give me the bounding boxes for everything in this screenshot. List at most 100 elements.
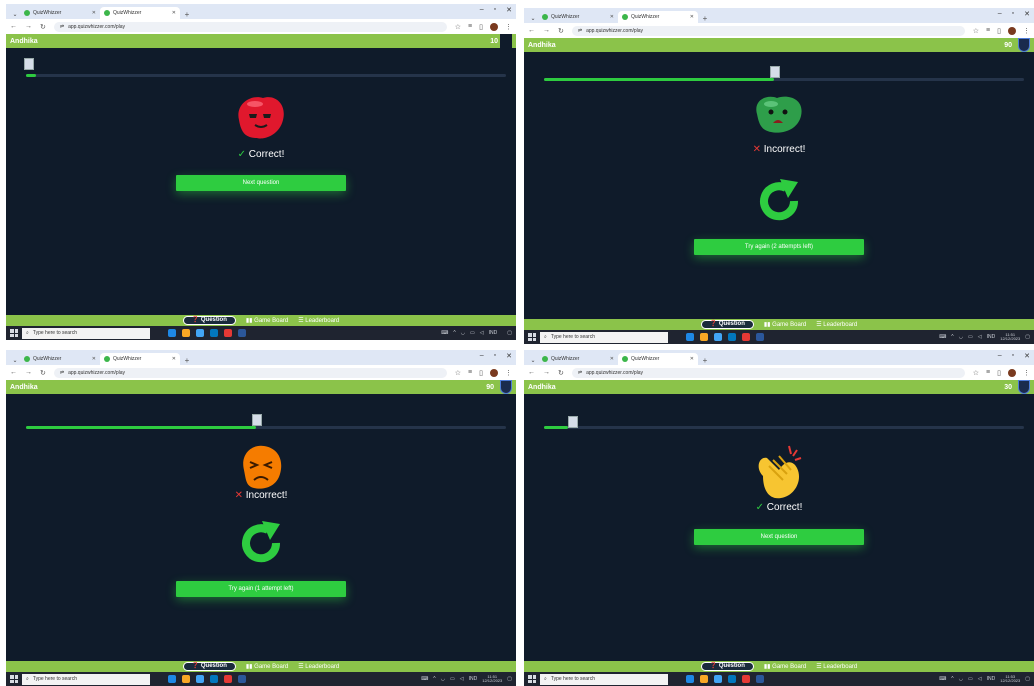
chrome-icon[interactable] <box>742 675 750 683</box>
tray-chevron-icon[interactable]: ^ <box>433 676 435 682</box>
back-icon[interactable]: ← <box>528 369 535 376</box>
notification-icon[interactable]: ▢ <box>1025 676 1030 682</box>
close-window-icon[interactable]: ✕ <box>506 352 512 360</box>
tab-game-board[interactable]: ▮▮ Game Board <box>246 317 288 324</box>
close-tab-icon[interactable]: ✕ <box>172 10 176 16</box>
word-icon[interactable] <box>756 675 764 683</box>
volume-icon[interactable]: ◁ <box>978 334 982 340</box>
close-tab-icon[interactable]: ✕ <box>690 356 694 362</box>
try-again-button[interactable]: Try again (2 attempts left) <box>694 239 864 255</box>
battery-icon[interactable]: ▭ <box>450 676 455 682</box>
extensions-icon[interactable]: ≡ <box>986 369 990 376</box>
reload-icon[interactable]: ↻ <box>558 369 564 377</box>
forward-icon[interactable]: → <box>25 369 32 376</box>
mail-icon[interactable] <box>210 329 218 337</box>
tab-game-board[interactable]: ▮▮ Game Board <box>764 663 806 670</box>
close-tab-icon[interactable]: ✕ <box>610 356 614 362</box>
file-explorer-icon[interactable] <box>700 675 708 683</box>
file-explorer-icon[interactable] <box>700 333 708 341</box>
tray-chevron-icon[interactable]: ^ <box>453 330 455 336</box>
chrome-icon[interactable] <box>224 675 232 683</box>
url-field[interactable]: ⇌ app.quizwhizzer.com/play <box>53 21 447 32</box>
profile-avatar[interactable] <box>1008 26 1016 35</box>
browser-tab[interactable]: QuizWhizzer ✕ <box>538 353 618 365</box>
edge-icon[interactable] <box>686 675 694 683</box>
network-icon[interactable]: ◡ <box>959 676 963 682</box>
forward-icon[interactable]: → <box>25 23 32 30</box>
windows-start-icon[interactable] <box>528 333 536 341</box>
tray-chevron-icon[interactable]: ^ <box>951 676 953 682</box>
tab-game-board[interactable]: ▮▮ Game Board <box>764 321 806 328</box>
browser-tab[interactable]: QuizWhizzer ✕ <box>20 7 100 19</box>
close-tab-icon[interactable]: ✕ <box>172 356 176 362</box>
tab-leaderboard[interactable]: ☰ Leaderboard <box>816 321 857 328</box>
bookmark-star-icon[interactable]: ☆ <box>455 23 461 31</box>
next-question-button[interactable]: Next question <box>176 175 346 191</box>
taskbar-search[interactable]: ⌕ Type here to search <box>540 673 668 685</box>
store-icon[interactable] <box>714 675 722 683</box>
reload-icon[interactable]: ↻ <box>40 23 46 31</box>
volume-icon[interactable]: ◁ <box>978 676 982 682</box>
file-explorer-icon[interactable] <box>182 675 190 683</box>
sidepanel-icon[interactable]: ▯ <box>997 369 1001 377</box>
tab-question[interactable]: ❓ Question <box>700 662 754 671</box>
browser-tab[interactable]: QuizWhizzer ✕ <box>20 353 100 365</box>
tab-leaderboard[interactable]: ☰ Leaderboard <box>816 663 857 670</box>
store-icon[interactable] <box>196 329 204 337</box>
network-icon[interactable]: ◡ <box>959 334 963 340</box>
bookmark-star-icon[interactable]: ☆ <box>455 369 461 377</box>
windows-start-icon[interactable] <box>10 675 18 683</box>
tab-question[interactable]: ❓ Question <box>182 316 236 325</box>
edge-icon[interactable] <box>686 333 694 341</box>
minimize-icon[interactable]: – <box>998 10 1002 18</box>
browser-tab[interactable]: QuizWhizzer ✕ <box>538 11 618 23</box>
forward-icon[interactable]: → <box>543 369 550 376</box>
clock[interactable]: 11:51 12/12/2023 <box>482 675 502 683</box>
mail-icon[interactable] <box>210 675 218 683</box>
tray-chevron-icon[interactable]: ^ <box>951 334 953 340</box>
back-icon[interactable]: ← <box>10 369 17 376</box>
url-field[interactable]: ⇌ app.quizwhizzer.com/play <box>571 25 965 36</box>
minimize-icon[interactable]: – <box>998 352 1002 360</box>
battery-icon[interactable]: ▭ <box>968 676 973 682</box>
back-icon[interactable]: ← <box>528 27 535 34</box>
edge-icon[interactable] <box>168 329 176 337</box>
language-indicator[interactable]: IND <box>987 676 996 682</box>
new-tab-button[interactable]: + <box>700 355 710 365</box>
restore-icon[interactable]: ▫ <box>494 352 496 360</box>
language-indicator[interactable]: IND <box>489 330 498 336</box>
new-tab-button[interactable]: + <box>182 355 192 365</box>
volume-icon[interactable]: ◁ <box>460 676 464 682</box>
tab-question[interactable]: ❓ Question <box>700 320 754 329</box>
menu-icon[interactable]: ⋮ <box>505 23 512 31</box>
forward-icon[interactable]: → <box>543 27 550 34</box>
extensions-icon[interactable]: ≡ <box>468 369 472 376</box>
menu-icon[interactable]: ⋮ <box>1023 369 1030 377</box>
restore-icon[interactable]: ▫ <box>494 6 496 14</box>
battery-icon[interactable]: ▭ <box>968 334 973 340</box>
profile-avatar[interactable] <box>490 22 498 31</box>
next-question-button[interactable]: Next question <box>694 529 864 545</box>
close-tab-icon[interactable]: ✕ <box>610 14 614 20</box>
keyboard-icon[interactable]: ⌨ <box>441 330 448 336</box>
mail-icon[interactable] <box>728 675 736 683</box>
tab-search-icon[interactable]: ⌄ <box>528 355 538 365</box>
menu-icon[interactable]: ⋮ <box>1023 27 1030 35</box>
keyboard-icon[interactable]: ⌨ <box>939 334 946 340</box>
tab-search-icon[interactable]: ⌄ <box>528 13 538 23</box>
file-explorer-icon[interactable] <box>182 329 190 337</box>
tab-search-icon[interactable]: ⌄ <box>10 355 20 365</box>
close-tab-icon[interactable]: ✕ <box>92 10 96 16</box>
reload-icon[interactable]: ↻ <box>558 27 564 35</box>
mail-icon[interactable] <box>728 333 736 341</box>
close-window-icon[interactable]: ✕ <box>506 6 512 14</box>
tab-game-board[interactable]: ▮▮ Game Board <box>246 663 288 670</box>
extensions-icon[interactable]: ≡ <box>986 27 990 34</box>
url-field[interactable]: ⇌ app.quizwhizzer.com/play <box>53 367 447 378</box>
language-indicator[interactable]: IND <box>469 676 478 682</box>
restore-icon[interactable]: ▫ <box>1012 10 1014 18</box>
windows-start-icon[interactable] <box>528 675 536 683</box>
browser-tab-active[interactable]: QuizWhizzer ✕ <box>100 7 180 19</box>
back-icon[interactable]: ← <box>10 23 17 30</box>
profile-avatar[interactable] <box>490 368 498 377</box>
